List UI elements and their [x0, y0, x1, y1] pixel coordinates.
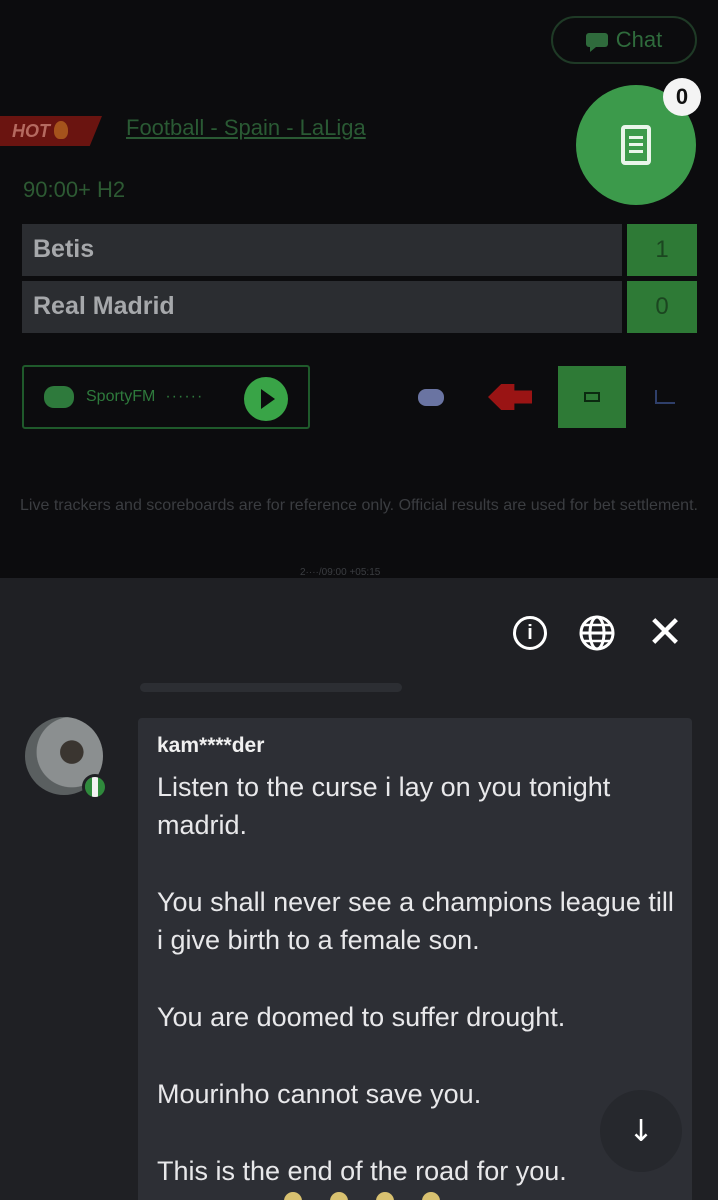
- radio-dots: ······: [165, 388, 204, 405]
- match-clock: 90:00+ H2: [23, 177, 126, 202]
- disclaimer-text: Live trackers and scoreboards are for re…: [20, 497, 698, 514]
- faint-timestamp: 2····/09:00 +05:15: [300, 567, 381, 578]
- tv-button[interactable]: [558, 366, 626, 428]
- globe-icon: [579, 615, 615, 651]
- message-paragraph: You shall never see a champions league t…: [157, 887, 674, 955]
- score-home: 1: [627, 224, 697, 276]
- globe-button[interactable]: [577, 613, 617, 653]
- team-name-away: Real Madrid: [33, 292, 175, 320]
- drag-handle[interactable]: [140, 683, 402, 692]
- nigeria-flag-icon: [82, 774, 108, 800]
- tv-icon: [584, 392, 600, 402]
- hot-label: HOT: [12, 121, 50, 141]
- message-username: kam****der: [157, 734, 265, 757]
- info-icon: i: [513, 616, 547, 650]
- play-icon[interactable]: [244, 377, 288, 421]
- message-body: Listen to the curse i lay on you tonight…: [157, 768, 677, 1190]
- emoji-row: [284, 1192, 440, 1200]
- app-root: Chat HOT Football - Spain - LaLiga 90:00…: [0, 0, 718, 1200]
- score-away: 0: [627, 281, 697, 333]
- gamepad-icon[interactable]: [418, 389, 444, 406]
- scroll-down-button[interactable]: ↓: [600, 1090, 682, 1172]
- message-paragraph: This is the end of the road for you.: [157, 1156, 567, 1186]
- sportyfm-player[interactable]: SportyFM ······: [22, 365, 310, 429]
- message-paragraph: Listen to the curse i lay on you tonight…: [157, 772, 611, 840]
- team-row-away: Real Madrid: [22, 281, 622, 333]
- team-row-home: Betis: [22, 224, 622, 276]
- match-panel: Chat HOT Football - Spain - LaLiga 90:00…: [0, 0, 718, 580]
- ticket-icon: [621, 125, 651, 165]
- stats-icon[interactable]: [655, 390, 675, 404]
- chat-button[interactable]: Chat: [551, 16, 697, 64]
- message-paragraph: You are doomed to suffer drought.: [157, 1002, 566, 1032]
- radio-logo-icon: [44, 386, 74, 408]
- close-icon[interactable]: ✕: [645, 611, 685, 655]
- hot-badge: HOT: [0, 116, 102, 146]
- chat-button-label: Chat: [615, 27, 663, 52]
- chat-bubble-icon: [585, 33, 608, 52]
- info-button[interactable]: i: [510, 613, 550, 653]
- arrow-down-icon: ↓: [628, 1113, 654, 1149]
- flame-icon: [54, 121, 68, 139]
- radio-label: SportyFM: [86, 388, 156, 405]
- team-name-home: Betis: [33, 235, 95, 263]
- league-breadcrumb[interactable]: Football - Spain - LaLiga: [126, 115, 366, 141]
- message-paragraph: Mourinho cannot save you.: [157, 1079, 482, 1109]
- stream-icon[interactable]: [488, 384, 532, 410]
- bet-slip-count-badge: 0: [663, 78, 701, 116]
